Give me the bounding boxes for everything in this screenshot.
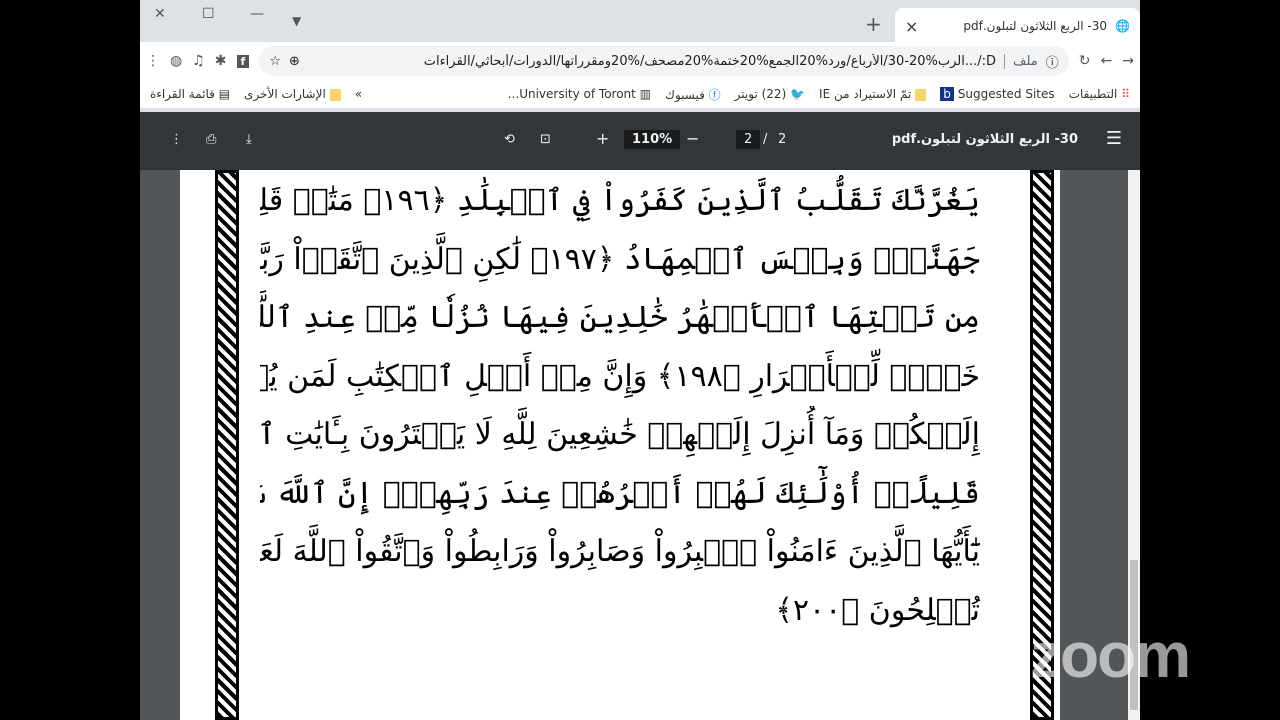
bookmarks-bar: ⠿ التطبيقات b Suggested Sites تمّ الاستي… — [140, 80, 1140, 108]
toolbar: → ← ↻ ⓘ ملف D:/...الرب%20-30/الأرباع/ورد… — [140, 42, 1140, 80]
new-tab-button[interactable]: + — [865, 12, 882, 36]
print-icon[interactable]: ⎙ — [206, 132, 216, 147]
close-window-icon[interactable]: ✕ — [154, 6, 166, 22]
fit-page-icon[interactable]: ⊡ — [540, 132, 551, 147]
facebook-extension-icon[interactable]: f — [236, 54, 250, 68]
browser-window: ✕ ☐ — ▼ + 🌐 30- الربع الثلاثون لتبلون.pd… — [140, 0, 1140, 720]
url-text[interactable]: D:/...الرب%20-30/الأرباع/ورد%20الجمع%20خ… — [308, 54, 996, 69]
minimize-icon[interactable]: — — [250, 6, 264, 22]
decorative-border-left — [215, 170, 239, 720]
text-line: مِن تَحۡتِهَا ٱلۡأَنۡهَٰرُ خَٰلِدِينَ فِ… — [260, 300, 980, 335]
download-icon[interactable]: ⤓ — [246, 132, 252, 147]
folder-icon — [915, 88, 927, 101]
reading-list[interactable]: ▤ قائمة القراءة — [150, 87, 230, 101]
reading-list-icon: ▤ — [218, 87, 231, 101]
sidebar-menu-icon[interactable]: ☰ — [1106, 128, 1122, 149]
text-line: خَيۡرٞ لِّلۡأَبۡرَارِ ﴿١٩٨﴾ وَإِنَّ مِنۡ… — [260, 358, 980, 394]
text-line: تُفۡلِحُونَ ﴿٢٠٠﴾ — [775, 592, 980, 628]
facebook-icon: ⓕ — [708, 87, 721, 102]
more-options-icon[interactable]: ⋮ — [170, 132, 183, 147]
pdf-viewer: يَغُرَّنَّكَ تَقَلُّبُ ٱلَّذِينَ كَفَرُو… — [140, 170, 1140, 720]
zoom-level-input[interactable]: 110% — [624, 130, 681, 149]
text-line: قَلِيلًاۚ أُوْلَٰٓئِكَ لَهُمۡ أَجۡرُهُمۡ… — [260, 475, 980, 511]
rotate-icon[interactable]: ⟲ — [504, 132, 515, 147]
address-bar[interactable]: ⓘ ملف D:/...الرب%20-30/الأرباع/ورد%20الج… — [259, 46, 1069, 76]
twitter-icon: 🐦 — [790, 87, 806, 101]
profile-avatar[interactable]: ◍ — [170, 53, 182, 69]
more-bookmarks-button[interactable]: » — [355, 87, 362, 101]
zoom-icon[interactable]: ⊕ — [289, 54, 300, 69]
text-line: يَغُرَّنَّكَ تَقَلُّبُ ٱلَّذِينَ كَفَرُو… — [260, 183, 980, 218]
close-tab-button[interactable]: × — [905, 17, 918, 36]
tab-bar: ✕ ☐ — ▼ + 🌐 30- الربع الثلاثون لتبلون.pd… — [140, 0, 1140, 44]
bookmark-ie-import[interactable]: تمّ الاستيراد من IE — [819, 87, 927, 101]
text-line: إِلَيۡكُمۡ وَمَآ أُنزِلَ إِلَيۡهِمۡ خَٰش… — [260, 417, 980, 452]
info-icon: ⓘ — [1045, 55, 1059, 71]
star-icon[interactable]: ☆ — [269, 54, 281, 69]
page-number-input[interactable]: 2 — [736, 130, 761, 149]
bookmark-utoronto[interactable]: ▥ University of Toront... — [508, 87, 651, 101]
reload-icon[interactable]: ↻ — [1079, 53, 1091, 69]
page-separator: / — [763, 132, 768, 147]
quran-text: يَغُرَّنَّكَ تَقَلُّبُ ٱلَّذِينَ كَفَرُو… — [260, 172, 980, 640]
bookmark-twitter[interactable]: 🐦 (22) تويتر — [735, 87, 805, 101]
zoom-in-button[interactable]: + — [596, 129, 609, 148]
scheme-label: ملف — [1004, 53, 1038, 69]
apps-icon: ⠿ — [1121, 87, 1130, 101]
text-line: يَٰٓأَيُّهَا ٱلَّذِينَ ءَامَنُواْ ٱصۡبِر… — [260, 534, 980, 569]
bookmark-facebook[interactable]: ⓕ فيسبوك — [665, 86, 721, 103]
forward-icon[interactable]: ← — [1101, 53, 1113, 69]
zoom-watermark: zoom — [1030, 619, 1191, 691]
zoom-out-button[interactable]: − — [686, 129, 699, 148]
tab-search-icon[interactable]: ▼ — [292, 14, 301, 28]
pdf-title: 30- الربع الثلاثون لتبلون.pdf — [891, 132, 1078, 147]
folder-icon — [329, 88, 341, 101]
page-total: 2 — [778, 132, 787, 147]
tab-title: 30- الربع الثلاثون لتبلون.pdf — [963, 19, 1108, 33]
university-icon: ▥ — [639, 87, 652, 101]
maximize-icon[interactable]: ☐ — [202, 6, 215, 22]
globe-icon: 🌐 — [1115, 19, 1130, 33]
back-icon[interactable]: → — [1122, 53, 1134, 69]
bookmark-suggested-sites[interactable]: b Suggested Sites — [940, 87, 1055, 101]
other-bookmarks[interactable]: الإشارات الأخرى — [244, 87, 341, 101]
pdf-toolbar: ☰ 30- الربع الثلاثون لتبلون.pdf 2 / 2 − … — [140, 112, 1140, 170]
text-line: جَهَنَّمُۖ وَبِئۡسَ ٱلۡمِهَادُ ﴿١٩٧﴾ لَٰ… — [260, 241, 980, 277]
tab-active[interactable]: 🌐 30- الربع الثلاثون لتبلون.pdf × — [895, 8, 1140, 44]
extensions-icon[interactable]: ✱ — [215, 53, 227, 69]
bookmark-apps[interactable]: ⠿ التطبيقات — [1069, 87, 1130, 101]
pdf-page: يَغُرَّنَّكَ تَقَلُّبُ ٱلَّذِينَ كَفَرُو… — [180, 170, 1060, 720]
bing-icon: b — [940, 87, 954, 101]
media-icon[interactable]: ♫ — [192, 53, 205, 69]
menu-icon[interactable]: ⋮ — [146, 53, 160, 69]
